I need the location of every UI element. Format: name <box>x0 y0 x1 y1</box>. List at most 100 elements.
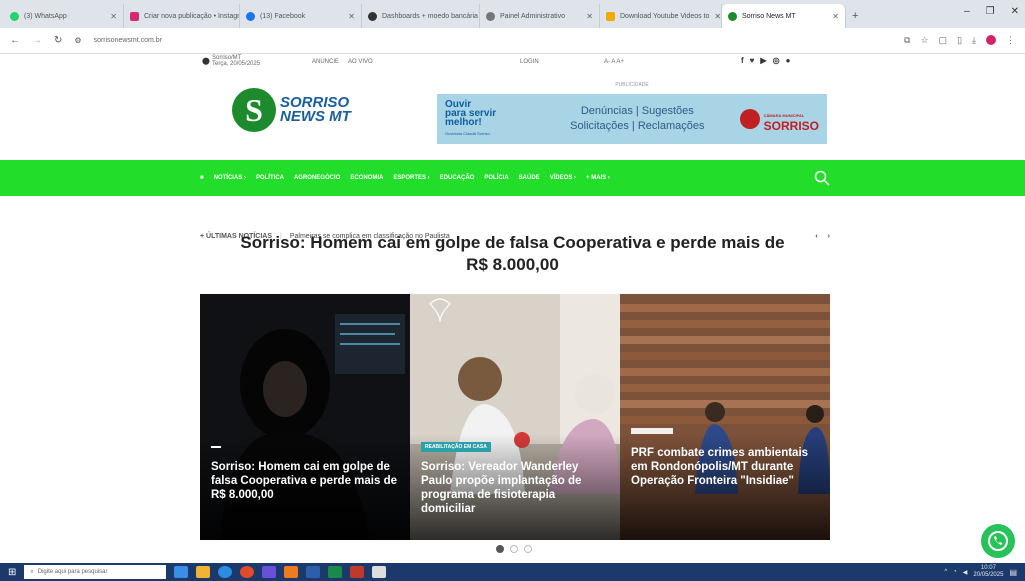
network-icon[interactable]: ◔ <box>953 569 957 575</box>
carousel-dot[interactable] <box>524 545 532 553</box>
close-icon[interactable]: ✕ <box>110 12 117 21</box>
featured-card[interactable]: PRF combate crimes ambientais em Rondonó… <box>620 294 830 540</box>
os-taskbar: ⊞ ⌕ Digite aqui para pesquisar ^ ◔ ◀ 10:… <box>0 563 1025 581</box>
ticker-prev-button[interactable]: ‹ <box>815 233 817 240</box>
font-size-controls[interactable]: A- A A+ <box>604 59 624 65</box>
tab-dashboards[interactable]: Dashboards + moedo bancária ✕ <box>362 4 480 28</box>
extensions-icon[interactable]: ▢ <box>939 35 948 46</box>
maximize-button[interactable]: ❐ <box>986 6 995 17</box>
tab-label: Painel Administrativo <box>500 12 565 20</box>
powerpoint-icon[interactable] <box>350 566 365 578</box>
featured-card[interactable]: Sorriso: Homem cai em golpe de falsa Coo… <box>200 294 410 540</box>
card-title[interactable]: PRF combate crimes ambientais em Rondonó… <box>631 446 820 488</box>
card-category-badge[interactable]: REABILITAÇÃO EM CASA <box>421 442 491 452</box>
ticker-next-button[interactable]: › <box>828 233 830 240</box>
taskview-icon[interactable] <box>174 566 189 578</box>
file-explorer-icon[interactable] <box>196 566 211 578</box>
back-icon[interactable]: ← <box>10 35 20 46</box>
close-icon[interactable]: ✕ <box>348 12 355 21</box>
carousel-dot[interactable] <box>510 545 518 553</box>
word-icon[interactable] <box>306 566 321 578</box>
instagram-icon[interactable]: ◎ <box>773 56 780 65</box>
close-icon[interactable]: ✕ <box>586 12 593 21</box>
facebook-icon <box>246 11 255 21</box>
nav-item-saude[interactable]: SAÚDE <box>519 175 540 181</box>
app-icon[interactable] <box>372 566 387 578</box>
close-icon[interactable]: ✕ <box>714 12 721 21</box>
youtube-icon[interactable]: ▶ <box>760 56 766 65</box>
ad-mid-line-2: Solicitações | Reclamações <box>570 120 705 132</box>
download-icon[interactable]: ⤓ <box>972 35 976 46</box>
tab-youtube-download[interactable]: Download Youtube Videos to ✕ <box>600 4 722 28</box>
paint-icon[interactable] <box>284 566 299 578</box>
card-accent-bar <box>631 428 673 434</box>
ad-camara: CÂMARA MUNICIPAL SORRISO <box>739 108 819 132</box>
nav-item-esportes[interactable]: ESPORTES › <box>393 175 429 181</box>
whatsapp-icon[interactable]: ● <box>786 56 791 65</box>
toolbar-icons: ⧉ ☆ ▢ ▯ ⤓ ⋮ <box>904 35 1015 46</box>
carousel-dot[interactable] <box>496 545 504 553</box>
profile-avatar[interactable] <box>986 35 996 45</box>
facebook-icon[interactable]: f <box>741 56 744 65</box>
new-tab-button[interactable]: + <box>846 4 866 28</box>
card-title[interactable]: Sorriso: Homem cai em golpe de falsa Coo… <box>211 460 400 502</box>
ao-vivo-link[interactable]: AO VIVO <box>348 59 373 65</box>
search-icon[interactable] <box>814 170 830 186</box>
url-field[interactable]: sorrisonewsmt.com.br <box>94 37 162 44</box>
nav-item-videos[interactable]: VÍDEOS › <box>550 175 576 181</box>
card-title[interactable]: Sorriso: Vereador Wanderley Paulo propõe… <box>421 460 610 516</box>
tab-whatsapp[interactable]: (3) WhatsApp ✕ <box>4 4 124 28</box>
forward-icon[interactable]: → <box>32 35 42 46</box>
top-info-strip: ⬤ Sorriso/MT Terça, 20/05/2025 ANUNCIE A… <box>0 54 1025 70</box>
nav-item-politica[interactable]: POLÍTICA <box>256 175 284 181</box>
tab-sorriso-news[interactable]: Sorriso News MT ✕ <box>722 4 846 28</box>
tab-facebook[interactable]: (13) Facebook ✕ <box>240 4 362 28</box>
tab-instagram[interactable]: Criar nova publicação • Instagr ✕ <box>124 4 240 28</box>
tab-painel[interactable]: Painel Administrativo ✕ <box>480 4 600 28</box>
nav-item-noticias[interactable]: NOTÍCIAS › <box>214 175 246 181</box>
volume-icon[interactable]: ◀ <box>963 569 968 576</box>
github-icon <box>368 11 377 21</box>
carousel-dots <box>496 545 532 553</box>
card-image-madeira <box>620 294 830 540</box>
home-icon[interactable]: ■ <box>200 175 204 181</box>
nav-item-educacao[interactable]: EDUCAÇÃO <box>440 175 475 181</box>
sidebar-icon[interactable]: ▯ <box>957 35 962 46</box>
minimize-button[interactable]: – <box>964 6 970 17</box>
anuncie-link[interactable]: ANUNCIE <box>312 59 339 65</box>
store-icon[interactable] <box>262 566 277 578</box>
excel-icon[interactable] <box>328 566 343 578</box>
nav-item-agronegocio[interactable]: AGRONEGÓCIO <box>294 175 340 181</box>
nav-item-policia[interactable]: POLÍCIA <box>484 175 508 181</box>
ad-left-line-3: melhor! <box>445 117 482 128</box>
logo-line-2: NEWS MT <box>280 108 351 125</box>
ad-banner[interactable]: Ouvir para servir melhor! Ouvidoria Cida… <box>437 94 827 144</box>
featured-card[interactable]: REABILITAÇÃO EM CASA Sorriso: Vereador W… <box>410 294 620 540</box>
notifications-icon[interactable]: ▤ <box>1009 568 1017 577</box>
login-link[interactable]: LOGIN <box>520 59 539 65</box>
close-window-button[interactable]: ✕ <box>1011 6 1019 17</box>
location-pin-icon: ⬤ <box>202 58 210 65</box>
edge-icon[interactable] <box>218 566 233 578</box>
site-logo[interactable]: S SORRISO NEWS MT <box>232 88 351 132</box>
page-headline[interactable]: Sorriso: Homem cai em golpe de falsa Coo… <box>240 232 785 276</box>
site-header: S SORRISO NEWS MT PUBLICIDADE Ouvir para… <box>0 70 1025 160</box>
tray-chevron-icon[interactable]: ^ <box>944 569 947 575</box>
windows-start-icon[interactable]: ⊞ <box>8 567 16 578</box>
bookmark-star-icon[interactable]: ☆ <box>920 35 928 46</box>
site-info-icon[interactable]: ⚙ <box>74 36 81 45</box>
nav-item-mais[interactable]: + MAIS › <box>586 175 610 181</box>
chrome-icon[interactable] <box>240 566 255 578</box>
close-icon[interactable]: ✕ <box>832 12 839 21</box>
translate-icon[interactable]: ⧉ <box>904 35 910 46</box>
twitter-icon[interactable]: ♥ <box>750 56 755 65</box>
whatsapp-float-button[interactable] <box>981 524 1015 558</box>
instagram-icon <box>130 11 139 21</box>
taskbar-search[interactable]: ⌕ Digite aqui para pesquisar <box>24 565 167 579</box>
clock[interactable]: 10:07 20/05/2025 <box>973 565 1003 579</box>
menu-icon[interactable]: ⋮ <box>1006 35 1015 46</box>
nav-item-economia[interactable]: ECONOMIA <box>350 175 383 181</box>
ad-mid: Denúncias | Sugestões Solicitações | Rec… <box>545 104 730 134</box>
featured-carousel: Sorriso: Homem cai em golpe de falsa Coo… <box>200 294 830 540</box>
reload-icon[interactable]: ↻ <box>54 35 62 46</box>
